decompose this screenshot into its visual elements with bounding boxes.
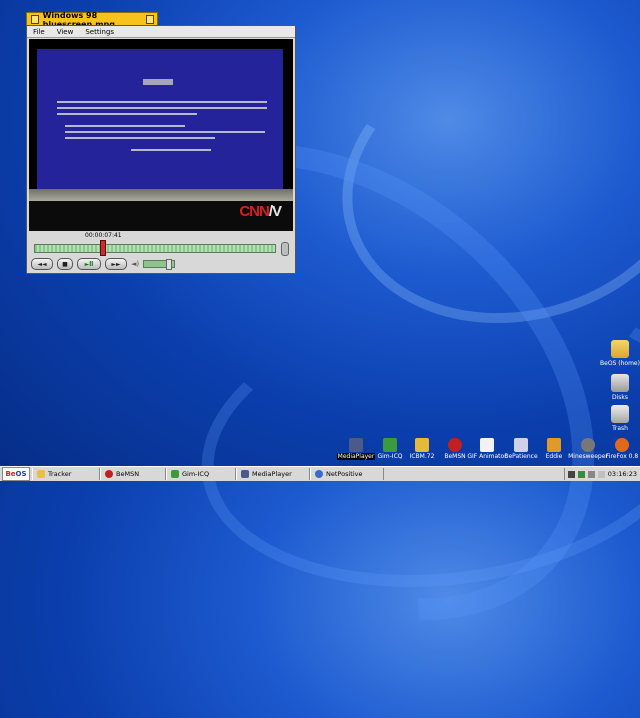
zoom-button[interactable] <box>146 15 154 24</box>
task-mediaplayer[interactable]: MediaPlayer <box>236 468 310 480</box>
bemsn-icon <box>448 438 462 452</box>
tray-icon-1[interactable] <box>567 470 575 478</box>
launcher-strip: MediaPlayer Gim-ICQ ICBM.72 BeMSN GIF An… <box>336 438 640 464</box>
taskbar: BeOS Tracker BeMSN Gim-ICQ MediaPlayer N… <box>0 466 640 481</box>
tray-icon-4[interactable] <box>597 470 605 478</box>
disks-icon <box>611 374 629 392</box>
media-player-window[interactable]: Windows 98 bluescreen.mpg File View Sett… <box>26 11 296 274</box>
tray-icon-2[interactable] <box>577 470 585 478</box>
speaker-icon: ◄) <box>131 260 140 268</box>
stop-button[interactable]: ■ <box>57 258 73 270</box>
folder-icon <box>611 340 629 358</box>
gim-icq-icon <box>383 438 397 452</box>
window-tab[interactable]: Windows 98 bluescreen.mpg <box>26 11 158 29</box>
volume-slider[interactable] <box>143 259 176 270</box>
task-gim-icq[interactable]: Gim-ICQ <box>166 468 236 480</box>
menu-bar: File View Settings <box>27 26 295 38</box>
netpositive-icon <box>315 470 323 478</box>
task-bemsn[interactable]: BeMSN <box>100 468 166 480</box>
news-logo: CNN/V <box>239 203 282 220</box>
tray-icon-3[interactable] <box>587 470 595 478</box>
bepatience-icon <box>514 438 528 452</box>
seek-knob[interactable] <box>99 240 106 256</box>
window-body: File View Settings CNN/V 00:00:07:41 ◄◄ … <box>26 25 296 274</box>
task-tracker[interactable]: Tracker <box>32 468 100 480</box>
seek-bar[interactable] <box>34 244 276 253</box>
close-button[interactable] <box>31 15 39 24</box>
video-strip <box>29 189 293 201</box>
eddie-icon <box>547 438 561 452</box>
gif-animator-icon <box>480 438 494 452</box>
gim-icq-icon <box>171 470 179 478</box>
system-tray: 03:16:23 <box>563 468 640 480</box>
trash-icon <box>611 405 629 423</box>
media-player-icon <box>349 438 363 452</box>
bemsn-icon <box>105 470 113 478</box>
tracker-icon <box>37 470 45 478</box>
play-pause-button[interactable]: ►ll <box>77 258 101 270</box>
folder-icon <box>415 438 429 452</box>
menu-file[interactable]: File <box>27 28 51 36</box>
rewind-button[interactable]: ◄◄ <box>31 258 53 270</box>
task-netpositive[interactable]: NetPositive <box>310 468 384 480</box>
launcher-firefox[interactable]: FireFox 0.8 <box>602 438 640 460</box>
seek-end-cap <box>281 242 289 256</box>
minesweeper-icon <box>581 438 595 452</box>
video-area[interactable]: CNN/V <box>29 39 293 231</box>
beos-menu-button[interactable]: BeOS <box>2 467 30 481</box>
menu-view[interactable]: View <box>51 28 80 36</box>
clock[interactable]: 03:16:23 <box>608 470 637 478</box>
desktop-icon-disks[interactable]: Disks <box>590 374 640 401</box>
fast-forward-button[interactable]: ►► <box>105 258 127 270</box>
desktop-icon-home[interactable]: BeOS (home) <box>590 340 640 367</box>
firefox-icon <box>615 438 629 452</box>
timecode: 00:00:07:41 <box>85 232 122 239</box>
transport-controls: ◄◄ ■ ►ll ►► ◄) <box>31 258 176 270</box>
bluescreen-frame <box>37 49 283 199</box>
menu-settings[interactable]: Settings <box>79 28 120 36</box>
media-player-icon <box>241 470 249 478</box>
desktop-icon-trash[interactable]: Trash <box>590 405 640 432</box>
